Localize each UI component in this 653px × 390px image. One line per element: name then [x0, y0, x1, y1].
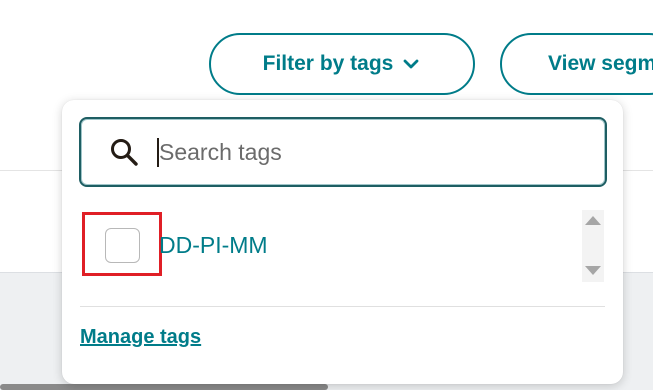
view-segments-button[interactable]: View segm [500, 33, 653, 95]
chevron-down-icon [401, 54, 421, 74]
search-box[interactable] [79, 117, 607, 187]
view-segments-label: View segm [548, 52, 653, 75]
manage-tags-link[interactable]: Manage tags [80, 326, 201, 349]
tag-label[interactable]: DD-PI-MM [159, 232, 268, 259]
tag-list-scrollbar[interactable] [582, 210, 604, 282]
tags-dropdown-panel: DD-PI-MM Manage tags [62, 100, 623, 384]
dropdown-divider [80, 306, 605, 307]
search-tags-input[interactable] [157, 137, 581, 167]
filter-by-tags-button[interactable]: Filter by tags [209, 33, 475, 95]
filter-by-tags-label: Filter by tags [262, 52, 394, 75]
search-icon [108, 136, 140, 168]
scroll-down-icon[interactable] [585, 266, 601, 275]
scroll-up-icon[interactable] [585, 216, 601, 225]
tag-checkbox[interactable] [105, 228, 140, 263]
page-horizontal-scrollbar[interactable] [0, 384, 328, 390]
tag-list: DD-PI-MM [62, 210, 623, 282]
